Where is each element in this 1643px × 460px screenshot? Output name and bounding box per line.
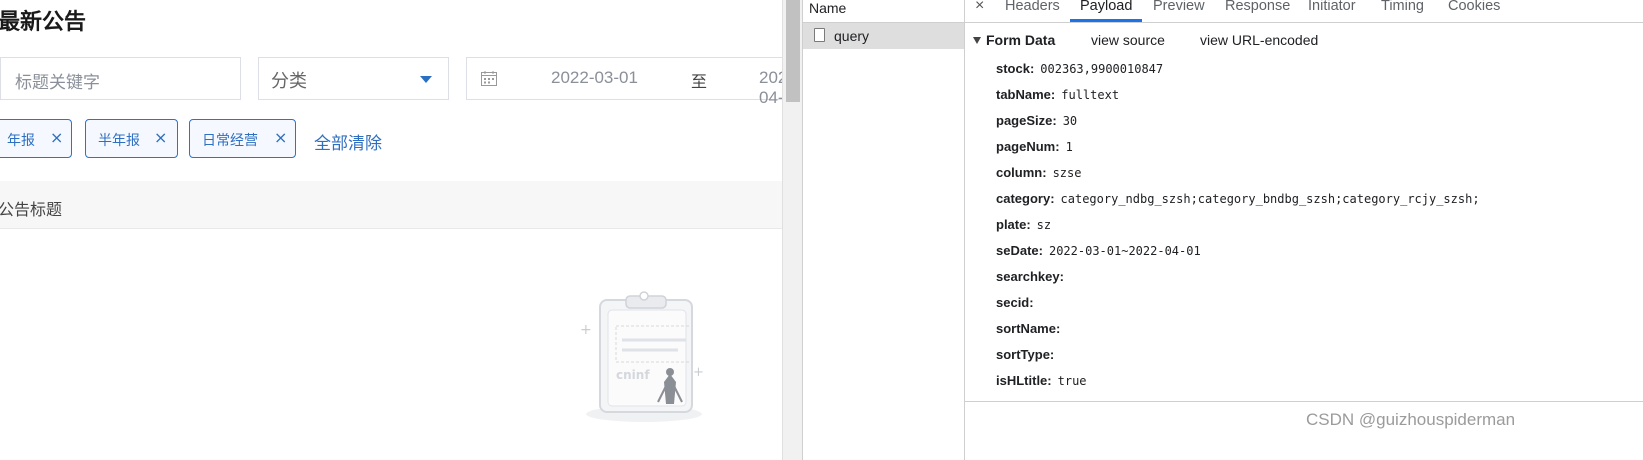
table-header: 公告标题: [0, 181, 782, 229]
form-field-row: searchkey:: [996, 269, 1070, 284]
form-field-row: plate: sz: [996, 217, 1051, 232]
field-value: 30: [1062, 114, 1078, 128]
tab-timing[interactable]: Timing: [1381, 0, 1424, 14]
field-value: 002363,9900010847: [1040, 62, 1164, 76]
tab-response[interactable]: Response: [1225, 0, 1290, 14]
tag-label: 日常经营: [202, 133, 258, 149]
field-key: searchkey:: [996, 269, 1064, 284]
empty-logo-text: cninf: [616, 368, 650, 382]
field-key: isHLtitle:: [996, 373, 1052, 388]
tab-headers[interactable]: Headers: [1005, 0, 1060, 14]
active-tab-indicator: [1070, 19, 1142, 22]
field-value: category_ndbg_szsh;category_bndbg_szsh;c…: [1060, 192, 1480, 206]
field-key: stock:: [996, 61, 1035, 76]
csdn-watermark: CSDN @guizhouspiderman: [1306, 410, 1516, 429]
category-select[interactable]: 分类: [258, 57, 449, 100]
close-icon[interactable]: ×: [274, 128, 287, 147]
clear-all-link[interactable]: 全部清除: [314, 129, 382, 154]
svg-text:+: +: [693, 365, 704, 380]
field-value: sz: [1036, 218, 1052, 232]
field-key: column:: [996, 165, 1047, 180]
column-header-title: 公告标题: [0, 200, 63, 219]
form-field-row: pageNum: 1: [996, 139, 1073, 154]
empty-clipboard-icon: + + cninf: [580, 291, 704, 422]
field-key: category:: [996, 191, 1055, 206]
view-source-link[interactable]: view source: [1091, 32, 1165, 48]
request-row-query[interactable]: query: [803, 23, 964, 49]
date-start[interactable]: 2022-03-01: [551, 68, 638, 88]
form-field-row: sortName:: [996, 321, 1066, 336]
form-field-row: column: szse: [996, 165, 1081, 180]
field-key: pageNum:: [996, 139, 1060, 154]
field-key: secid:: [996, 295, 1034, 310]
field-value: 2022-03-01~2022-04-01: [1048, 244, 1201, 258]
keyword-placeholder: 标题关键字: [15, 73, 100, 93]
caret-down-icon: [420, 76, 432, 83]
svg-text:+: +: [580, 322, 592, 338]
filter-tag-semiannual: 半年报 ×: [85, 119, 178, 158]
field-key: sortType:: [996, 347, 1055, 362]
page-scrollbar[interactable]: [782, 0, 802, 460]
page-title: 最新公告: [0, 10, 87, 35]
form-field-row: isHLtitle: true: [996, 373, 1087, 388]
close-icon[interactable]: ×: [154, 128, 167, 147]
form-field-row: sortType:: [996, 347, 1060, 362]
field-value: true: [1057, 374, 1087, 388]
tab-payload[interactable]: Payload: [1080, 0, 1132, 14]
tab-cookies[interactable]: Cookies: [1448, 0, 1500, 14]
filter-tag-annual: 年报 ×: [0, 119, 72, 158]
tag-label: 半年报: [98, 133, 140, 149]
field-value: fulltext: [1061, 88, 1120, 102]
calendar-icon: [481, 71, 497, 86]
view-url-encoded-link[interactable]: view URL-encoded: [1200, 32, 1318, 48]
document-icon: [814, 28, 825, 42]
field-key: seDate:: [996, 243, 1043, 258]
category-label: 分类: [271, 71, 307, 92]
field-key: sortName:: [996, 321, 1061, 336]
close-icon[interactable]: ×: [50, 128, 63, 147]
date-end[interactable]: 2022-04-01: [759, 68, 782, 108]
field-key: tabName:: [996, 87, 1056, 102]
request-name: query: [834, 28, 870, 44]
form-field-row: category: category_ndbg_szsh;category_bnd…: [996, 191, 1480, 206]
detail-tabbar: × Headers Payload Preview Response Initi…: [965, 0, 1643, 23]
form-data-title: Form Data: [986, 32, 1056, 48]
form-field-row: pageSize: 30: [996, 113, 1077, 128]
tag-label: 年报: [7, 133, 35, 149]
divider: [965, 401, 1643, 402]
filter-tag-daily-operations: 日常经营 ×: [189, 119, 296, 158]
tab-preview[interactable]: Preview: [1153, 0, 1205, 14]
form-field-row: seDate: 2022-03-01~2022-04-01: [996, 243, 1201, 258]
form-field-row: stock: 002363,9900010847: [996, 61, 1163, 76]
field-value: 1: [1065, 140, 1073, 154]
triangle-down-icon: [973, 37, 981, 44]
scrollbar-thumb[interactable]: [786, 0, 800, 102]
field-value: szse: [1052, 166, 1082, 180]
form-field-row: tabName: fulltext: [996, 87, 1119, 102]
field-key: pageSize:: [996, 113, 1057, 128]
form-field-row: secid:: [996, 295, 1040, 310]
request-list: Name query: [802, 0, 965, 460]
date-separator: 至: [691, 72, 708, 91]
request-detail: × Headers Payload Preview Response Initi…: [965, 0, 1643, 460]
close-icon[interactable]: ×: [975, 0, 984, 15]
form-data-toggle[interactable]: Form Data: [973, 32, 1055, 48]
announcement-page: 最新公告 标题关键字 分类 2022-03-01 至 2022-04-01 年报…: [0, 0, 782, 460]
tab-initiator[interactable]: Initiator: [1308, 0, 1356, 14]
name-column-header[interactable]: Name: [803, 0, 964, 23]
devtools-network-panel: Name query × Headers Payload Preview Res…: [802, 0, 1643, 460]
field-key: plate:: [996, 217, 1031, 232]
keyword-input[interactable]: 标题关键字: [0, 57, 241, 100]
date-range-picker[interactable]: 2022-03-01 至 2022-04-01: [466, 57, 782, 107]
